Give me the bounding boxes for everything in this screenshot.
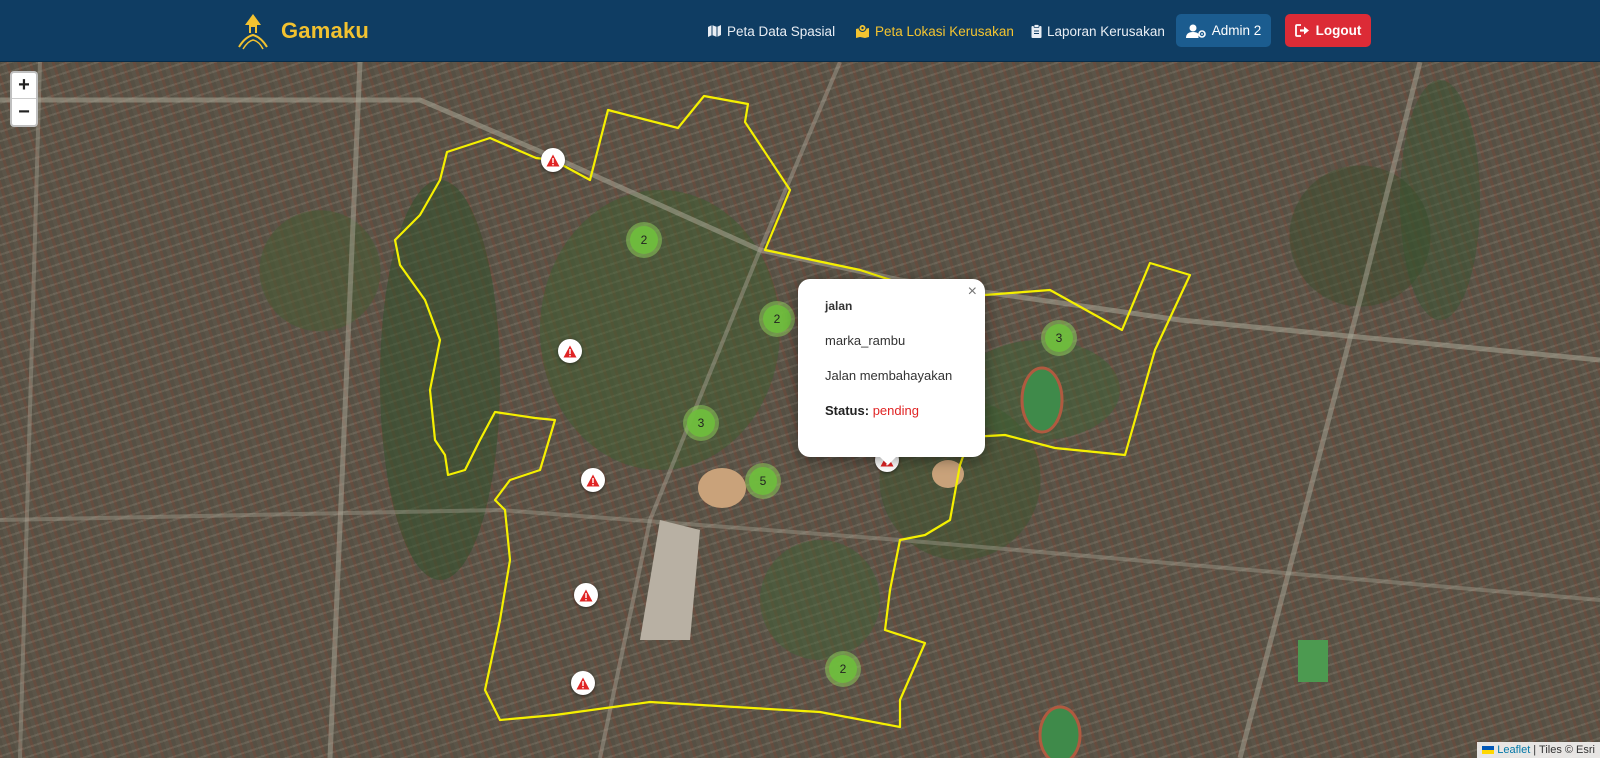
cluster-marker[interactable]: 2 (626, 222, 662, 258)
navbar: Gamaku Peta Data Spasial Peta Lokasi Ker… (0, 0, 1600, 62)
popup-title: jalan (825, 299, 853, 313)
logout-label: Logout (1315, 23, 1362, 38)
damage-marker[interactable] (541, 148, 565, 172)
gamaku-logo-icon (238, 14, 268, 50)
map-attribution: Leaflet | Tiles © Esri (1477, 742, 1600, 758)
warning-icon (586, 474, 600, 486)
nav-label: Peta Data Spasial (727, 23, 836, 39)
cluster-count: 2 (763, 305, 791, 333)
logout-button[interactable]: Logout (1285, 14, 1371, 47)
damage-marker[interactable] (571, 671, 595, 695)
brand-name: Gamaku (281, 18, 370, 43)
nav-peta-lokasi-kerusakan[interactable]: Peta Lokasi Kerusakan (855, 21, 1014, 41)
warning-icon (576, 677, 590, 689)
popup-status: Status: pending (825, 403, 919, 418)
map-icon (708, 25, 721, 37)
popup-close-button[interactable]: × (968, 283, 977, 301)
clipboard-icon (1031, 24, 1042, 38)
nav-laporan-kerusakan[interactable]: Laporan Kerusakan (1031, 21, 1165, 41)
cluster-count: 3 (687, 409, 715, 437)
cluster-marker[interactable]: 5 (745, 463, 781, 499)
brand[interactable]: Gamaku (235, 10, 369, 52)
cluster-count: 5 (749, 467, 777, 495)
popup-category: marka_rambu (825, 333, 906, 348)
zoom-out-button[interactable]: − (12, 99, 36, 125)
map-view[interactable]: + − 2 2 3 3 5 2 × jalan marka_rambu Jala… (0, 62, 1600, 758)
zoom-control: + − (10, 71, 38, 127)
admin-label: Admin 2 (1211, 23, 1262, 38)
damage-marker[interactable] (574, 583, 598, 607)
sign-out-icon (1294, 24, 1309, 37)
cluster-marker[interactable]: 2 (825, 651, 861, 687)
cluster-count: 2 (630, 226, 658, 254)
popup-status-label: Status: (825, 403, 870, 418)
popup-description: Jalan membahayakan (825, 368, 953, 383)
warning-icon (579, 589, 593, 601)
map-location-icon (856, 24, 869, 38)
cluster-marker[interactable]: 2 (759, 301, 795, 337)
ukraine-flag-icon (1482, 746, 1495, 754)
zoom-in-button[interactable]: + (12, 73, 36, 99)
marker-popup: × jalan marka_rambu Jalan membahayakan S… (798, 279, 985, 457)
damage-marker[interactable] (581, 468, 605, 492)
cluster-marker[interactable]: 3 (683, 405, 719, 441)
tiles-credit: | Tiles © Esri (1533, 744, 1595, 756)
warning-icon (546, 154, 560, 166)
popup-tip (878, 455, 898, 465)
nav-label: Laporan Kerusakan (1047, 23, 1165, 39)
popup-status-value: pending (872, 403, 919, 418)
admin-button[interactable]: Admin 2 (1176, 14, 1271, 47)
cluster-count: 2 (829, 655, 857, 683)
warning-icon (563, 345, 577, 357)
nav-label: Peta Lokasi Kerusakan (875, 23, 1014, 39)
cluster-marker[interactable]: 3 (1041, 320, 1077, 356)
user-gear-icon (1185, 24, 1206, 38)
cluster-count: 3 (1045, 324, 1073, 352)
leaflet-link[interactable]: Leaflet (1497, 744, 1530, 756)
nav-peta-data-spasial[interactable]: Peta Data Spasial (707, 21, 835, 41)
damage-marker[interactable] (558, 339, 582, 363)
